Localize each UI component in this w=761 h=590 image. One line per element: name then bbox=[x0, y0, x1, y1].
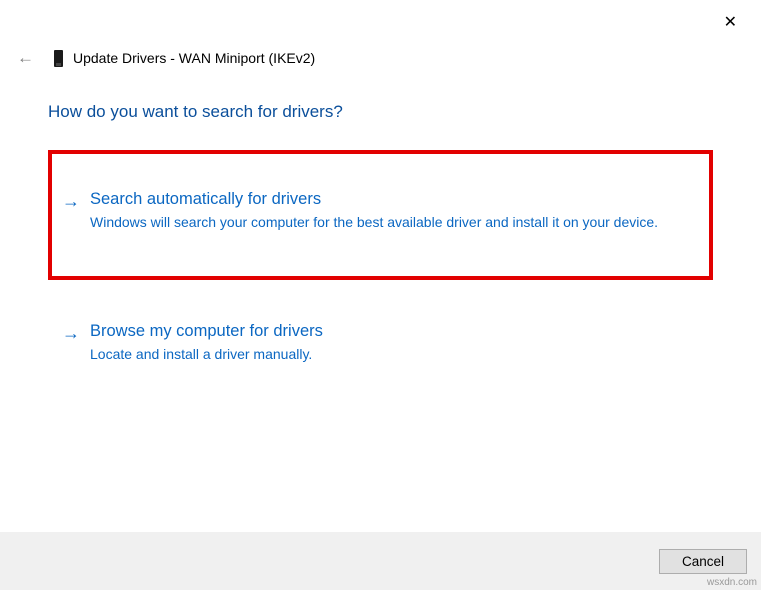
dialog-header: ← Update Drivers - WAN Miniport (IKEv2) bbox=[0, 0, 761, 68]
device-icon bbox=[54, 50, 63, 67]
option-text-block: Browse my computer for drivers Locate an… bbox=[90, 322, 693, 364]
option-text-block: Search automatically for drivers Windows… bbox=[90, 190, 693, 232]
window-title: Update Drivers - WAN Miniport (IKEv2) bbox=[73, 50, 315, 66]
dialog-content: How do you want to search for drivers? →… bbox=[0, 68, 761, 386]
option-search-automatically[interactable]: → Search automatically for drivers Windo… bbox=[48, 150, 713, 280]
arrow-right-icon: → bbox=[56, 322, 90, 364]
close-button[interactable]: ✕ bbox=[718, 10, 743, 34]
dialog-footer: Cancel bbox=[0, 532, 761, 590]
main-heading: How do you want to search for drivers? bbox=[48, 102, 713, 122]
option-browse-computer[interactable]: → Browse my computer for drivers Locate … bbox=[48, 300, 713, 386]
option-title: Browse my computer for drivers bbox=[90, 322, 693, 341]
option-description: Windows will search your computer for th… bbox=[90, 213, 693, 232]
arrow-right-icon: → bbox=[56, 190, 90, 232]
watermark-text: wsxdn.com bbox=[707, 577, 757, 588]
option-description: Locate and install a driver manually. bbox=[90, 345, 693, 364]
option-title: Search automatically for drivers bbox=[90, 190, 693, 209]
cancel-button[interactable]: Cancel bbox=[659, 549, 747, 574]
back-arrow-icon[interactable]: ← bbox=[12, 48, 44, 68]
